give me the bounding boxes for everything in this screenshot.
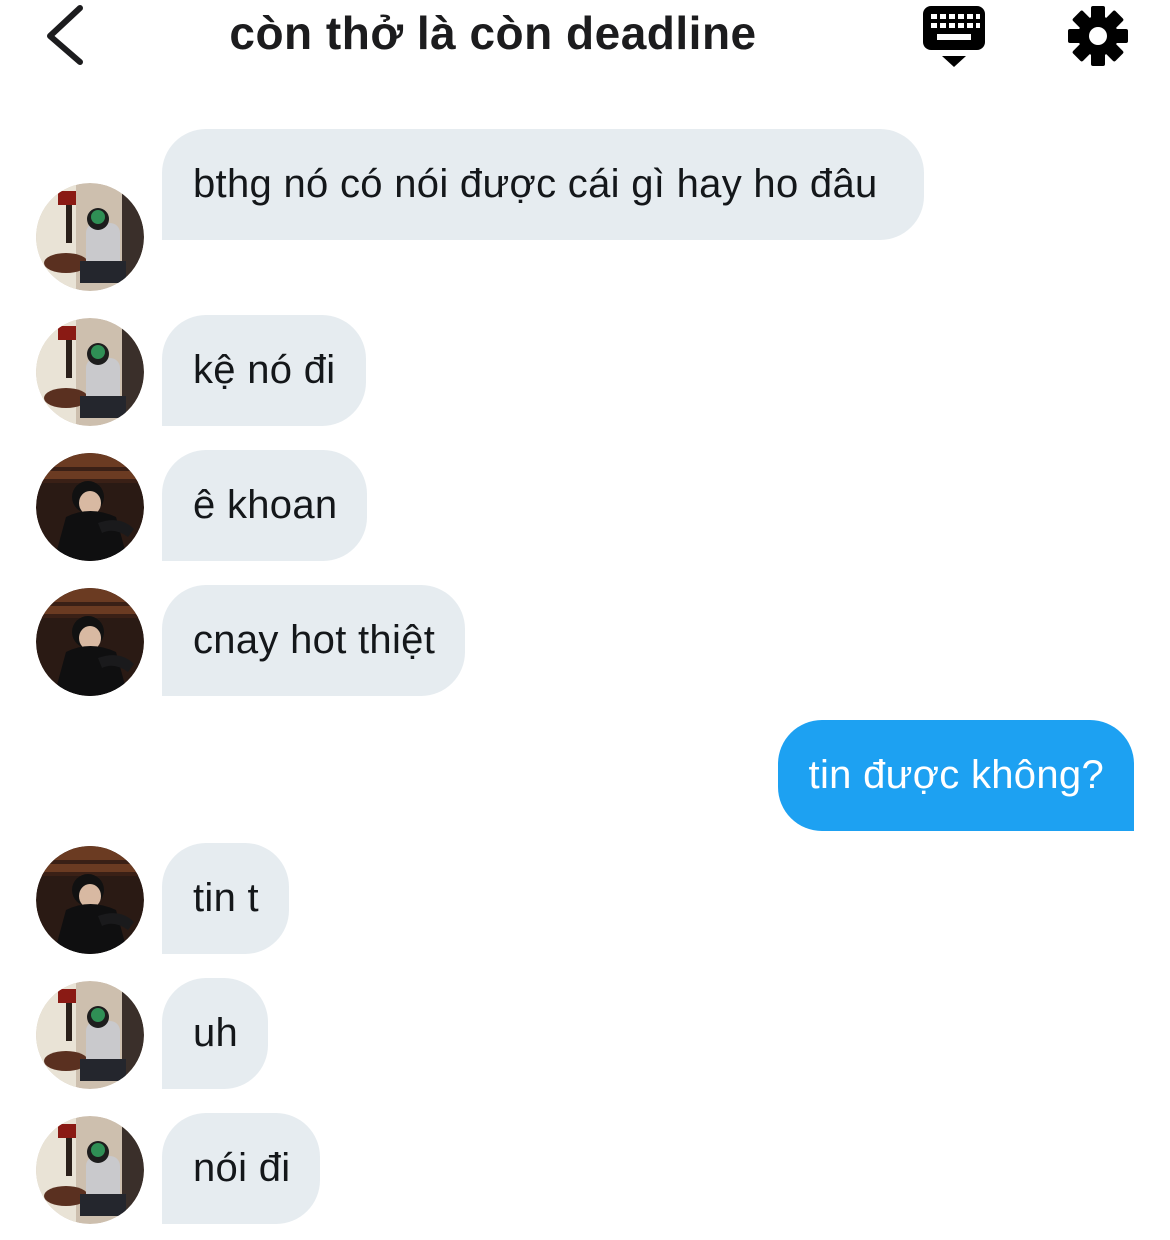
message-bubble-incoming[interactable]: kệ nó đi xyxy=(162,315,366,426)
conversation-title: còn thở là còn deadline xyxy=(229,7,757,59)
message-bubble-incoming[interactable]: ê khoan xyxy=(162,450,368,561)
avatar[interactable] xyxy=(36,846,144,954)
settings-button[interactable] xyxy=(1066,4,1130,68)
keyboard-icon xyxy=(923,6,985,67)
avatar[interactable] xyxy=(36,183,144,291)
gear-icon xyxy=(1068,6,1128,66)
message-bubble-outgoing[interactable]: tin được không? xyxy=(777,720,1134,831)
message-bubble-incoming[interactable]: tin t xyxy=(162,843,289,954)
message-bubble-incoming[interactable]: cnay hot thiệt xyxy=(162,585,466,696)
message-bubble-incoming[interactable]: uh xyxy=(162,978,269,1089)
avatar[interactable] xyxy=(36,1116,144,1224)
avatar[interactable] xyxy=(36,318,144,426)
avatar[interactable] xyxy=(36,453,144,561)
avatar[interactable] xyxy=(36,588,144,696)
message-bubble-incoming[interactable]: nói đi xyxy=(162,1113,321,1224)
avatar[interactable] xyxy=(36,981,144,1089)
conversation-header: còn thở là còn deadline xyxy=(0,0,1170,80)
message-bubble-incoming[interactable]: bthg nó có nói được cái gì hay ho đâu xyxy=(162,129,924,240)
keyboard-button[interactable] xyxy=(920,4,988,70)
back-button[interactable] xyxy=(36,4,96,66)
chevron-left-icon xyxy=(47,5,83,65)
